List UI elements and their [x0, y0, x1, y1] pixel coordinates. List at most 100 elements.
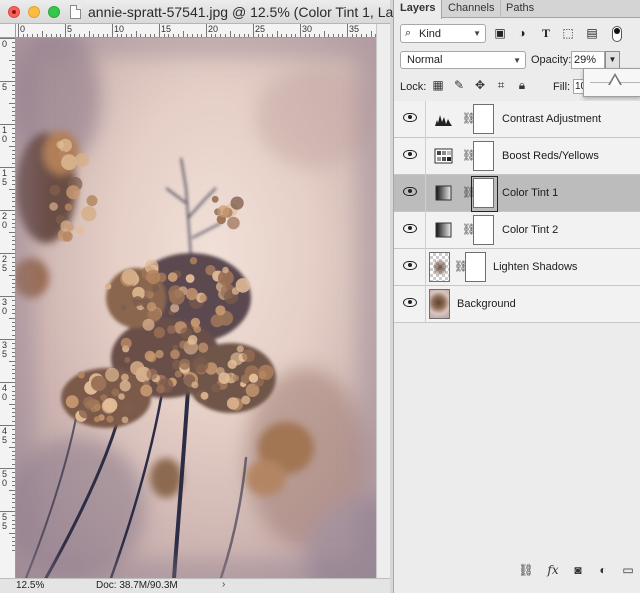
ruler-tick [130, 34, 132, 37]
horizontal-ruler[interactable]: 0 5 10 15 20 25 30 35 [16, 24, 376, 38]
lock-transparent-pixels-icon[interactable]: ▦ [430, 77, 446, 93]
minimize-window-button[interactable] [28, 6, 40, 18]
filter-smart-objects-icon[interactable]: ▤ [584, 25, 600, 41]
layer-name[interactable]: Color Tint 1 [502, 187, 558, 199]
petal [156, 384, 165, 394]
mask-link-icon[interactable]: ⛓︎ [462, 224, 476, 236]
tab-channels[interactable]: Channels [442, 0, 502, 18]
filter-toggle-switch[interactable] [612, 26, 622, 42]
vertical-scrollbar[interactable] [376, 24, 390, 578]
visibility-eye-icon[interactable] [403, 187, 417, 196]
link-layers-icon[interactable]: ⛓︎ [518, 562, 534, 578]
ruler-tick [144, 34, 146, 37]
petal [111, 388, 120, 397]
mask-link-icon[interactable]: ⛓︎ [454, 261, 468, 273]
visibility-eye-icon[interactable] [403, 224, 417, 233]
layer-row[interactable]: ⛓︎ Contrast Adjustment [394, 101, 640, 138]
layer-mask-thumbnail[interactable] [473, 141, 494, 171]
tab-layers[interactable]: Layers [394, 0, 443, 19]
vertical-ruler[interactable]: 0 5 1 0 1 5 2 0 2 5 3 0 3 5 4 0 4 5 5 0 5 5 [0, 38, 16, 578]
blend-mode-select[interactable]: Normal ▼ [400, 51, 526, 69]
status-bar: 12.5% Doc: 38.7M/90.3M › [0, 578, 390, 593]
petal [185, 287, 198, 301]
ruler-tick [12, 132, 15, 134]
ruler-tick [12, 205, 15, 207]
ruler-tick [337, 34, 339, 37]
new-group-folder-icon[interactable]: ▭ [620, 562, 636, 578]
ruler-tick [79, 34, 81, 37]
status-menu-arrow-icon[interactable]: › [222, 579, 225, 590]
mask-link-icon[interactable]: ⛓︎ [462, 150, 476, 162]
layer-kind-filter[interactable]: ⌕ Kind ▼ [400, 24, 486, 43]
lock-image-pixels-icon[interactable]: ✎ [451, 77, 467, 93]
ruler-tick [12, 192, 15, 194]
filter-type-layers-icon[interactable]: T [538, 25, 554, 41]
layer-mask-thumbnail[interactable] [473, 215, 494, 245]
petal [236, 345, 244, 353]
ruler-tick [55, 34, 57, 37]
layer-name[interactable]: Boost Reds/Yellows [502, 150, 599, 162]
image-canvas[interactable] [16, 38, 376, 578]
file-proxy-icon[interactable] [70, 5, 81, 19]
layers-panel: Layers Channels Paths ⌕ Kind ▼ ▣ ◑ T ⬚ ▤… [393, 0, 640, 593]
opacity-slider-thumb[interactable] [610, 76, 621, 85]
visibility-eye-icon[interactable] [403, 298, 417, 307]
layer-row[interactable]: ⛓︎ Color Tint 1 [394, 175, 640, 212]
visibility-eye-icon[interactable] [403, 150, 417, 159]
layer-row[interactable]: ⛓︎ Lighten Shadows [394, 249, 640, 286]
opacity-slider-popup [583, 68, 640, 97]
ruler-tick [9, 145, 15, 147]
layer-mask-thumbnail[interactable] [473, 104, 494, 134]
add-mask-icon[interactable]: ◙ [570, 562, 586, 578]
opacity-slider-toggle[interactable]: ▼ [605, 51, 620, 69]
lock-all-icon[interactable]: 🔒︎ [514, 77, 530, 93]
mask-link-icon[interactable]: ⛓︎ [462, 113, 476, 125]
ruler-tick [12, 523, 15, 525]
ruler-v-label: 0 [2, 39, 8, 49]
ruler-tick [12, 455, 15, 457]
new-adjustment-layer-icon[interactable]: ◐ [595, 562, 611, 578]
eye-column-divider [425, 286, 426, 323]
ruler-tick [215, 34, 217, 37]
layer-mask-thumbnail[interactable] [471, 176, 498, 212]
filter-pixel-layers-icon[interactable]: ▣ [492, 25, 508, 41]
petal [86, 195, 98, 207]
ruler-tick [12, 394, 15, 396]
visibility-eye-icon[interactable] [403, 261, 417, 270]
close-window-button[interactable] [8, 6, 20, 18]
background-thumbnail[interactable] [429, 289, 450, 319]
layer-name[interactable]: Background [457, 298, 516, 310]
layer-row[interactable]: ⛓︎ Boost Reds/Yellows [394, 138, 640, 175]
ruler-tick [12, 42, 15, 44]
ruler-tick [36, 34, 38, 37]
visibility-eye-icon[interactable] [403, 113, 417, 122]
layer-thumbnail[interactable] [429, 252, 450, 282]
ruler-tick [12, 244, 15, 246]
petal [215, 305, 226, 316]
layer-name[interactable]: Contrast Adjustment [502, 113, 601, 125]
zoom-level[interactable]: 12.5% [16, 580, 44, 591]
mask-link-icon[interactable]: ⛓︎ [462, 187, 476, 199]
ruler-tick [12, 106, 15, 108]
ruler-tick [9, 274, 15, 276]
ruler-v-label: 3 5 [2, 340, 8, 359]
filter-adjustment-layers-icon[interactable]: ◑ [514, 25, 530, 41]
ruler-h-label: 15 [161, 24, 172, 34]
lock-position-icon[interactable]: ✥ [472, 77, 488, 93]
layer-name[interactable]: Color Tint 2 [502, 224, 558, 236]
prevent-auto-nesting-icon[interactable]: ⌗ [493, 77, 509, 93]
ruler-tick [140, 34, 142, 37]
layer-row[interactable]: Background [394, 286, 640, 323]
petal [198, 342, 209, 353]
petal [121, 269, 138, 285]
ruler-origin[interactable] [0, 24, 16, 38]
petal [106, 415, 114, 423]
opacity-input[interactable]: 29% [571, 51, 605, 69]
layer-name[interactable]: Lighten Shadows [493, 261, 577, 273]
layer-style-fx-icon[interactable]: fx [545, 562, 561, 578]
zoom-window-button[interactable] [48, 6, 60, 18]
layer-row[interactable]: ⛓︎ Color Tint 2 [394, 212, 640, 249]
tab-paths[interactable]: Paths [500, 0, 540, 18]
layer-mask-thumbnail[interactable] [465, 252, 486, 282]
filter-shape-layers-icon[interactable]: ⬚ [560, 25, 576, 41]
